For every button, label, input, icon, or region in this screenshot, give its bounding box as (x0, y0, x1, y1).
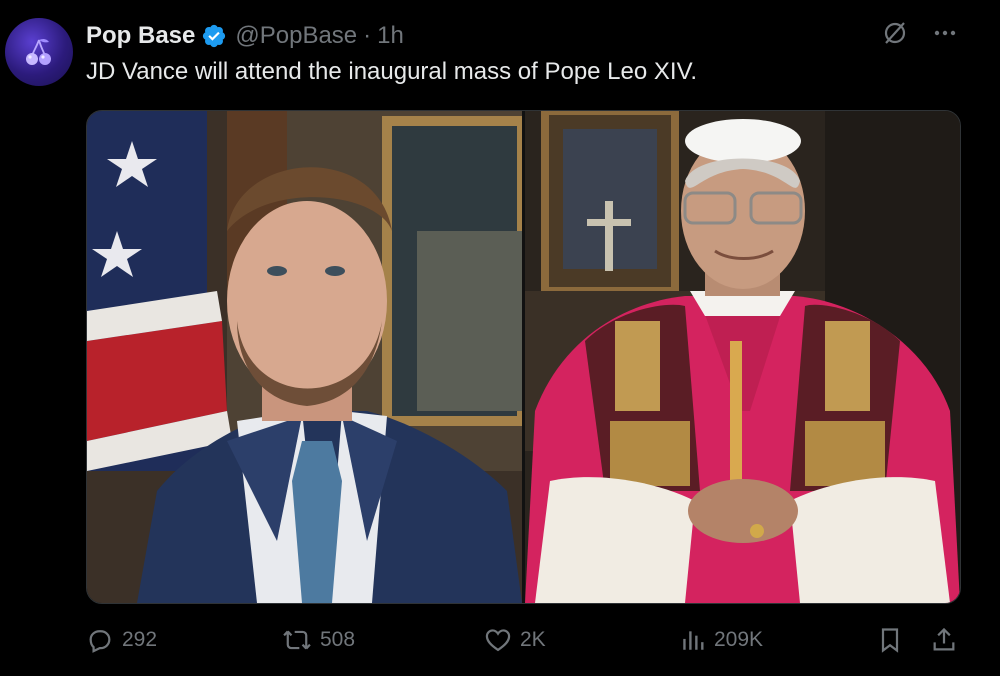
tweet-header: Pop Base @PopBase · 1h (86, 20, 404, 52)
post-time[interactable]: 1h (377, 22, 404, 50)
top-actions (882, 20, 958, 46)
views-button[interactable]: 209K (680, 622, 763, 658)
more-icon[interactable] (932, 20, 958, 46)
reply-button[interactable]: 292 (86, 622, 157, 658)
bookmark-button[interactable] (876, 622, 904, 658)
reply-count: 292 (122, 628, 158, 651)
action-bar: 292 508 2K 209K (86, 622, 960, 658)
photo-left[interactable] (87, 111, 522, 603)
grok-icon[interactable] (882, 20, 908, 46)
verified-badge-icon[interactable] (201, 23, 227, 49)
views-icon (683, 631, 704, 650)
share-icon (933, 627, 955, 651)
heart-icon (485, 629, 511, 652)
retweet-icon (283, 630, 311, 650)
reply-icon (89, 630, 111, 653)
like-button[interactable]: 2K (484, 622, 546, 658)
retweet-count: 508 (320, 628, 356, 651)
photo-right[interactable] (525, 111, 960, 603)
cherries-icon (26, 38, 51, 65)
author-handle[interactable]: @PopBase (235, 22, 357, 50)
share-button[interactable] (930, 622, 958, 658)
bookmark-icon (881, 628, 899, 653)
avatar[interactable] (5, 18, 73, 86)
like-count: 2K (520, 628, 546, 651)
tweet-text: JD Vance will attend the inaugural mass … (86, 58, 698, 85)
separator-dot: · (363, 22, 372, 49)
retweet-button[interactable]: 508 (282, 622, 355, 658)
views-count: 209K (714, 628, 764, 651)
media-grid (86, 110, 961, 604)
author-name[interactable]: Pop Base (86, 22, 195, 50)
